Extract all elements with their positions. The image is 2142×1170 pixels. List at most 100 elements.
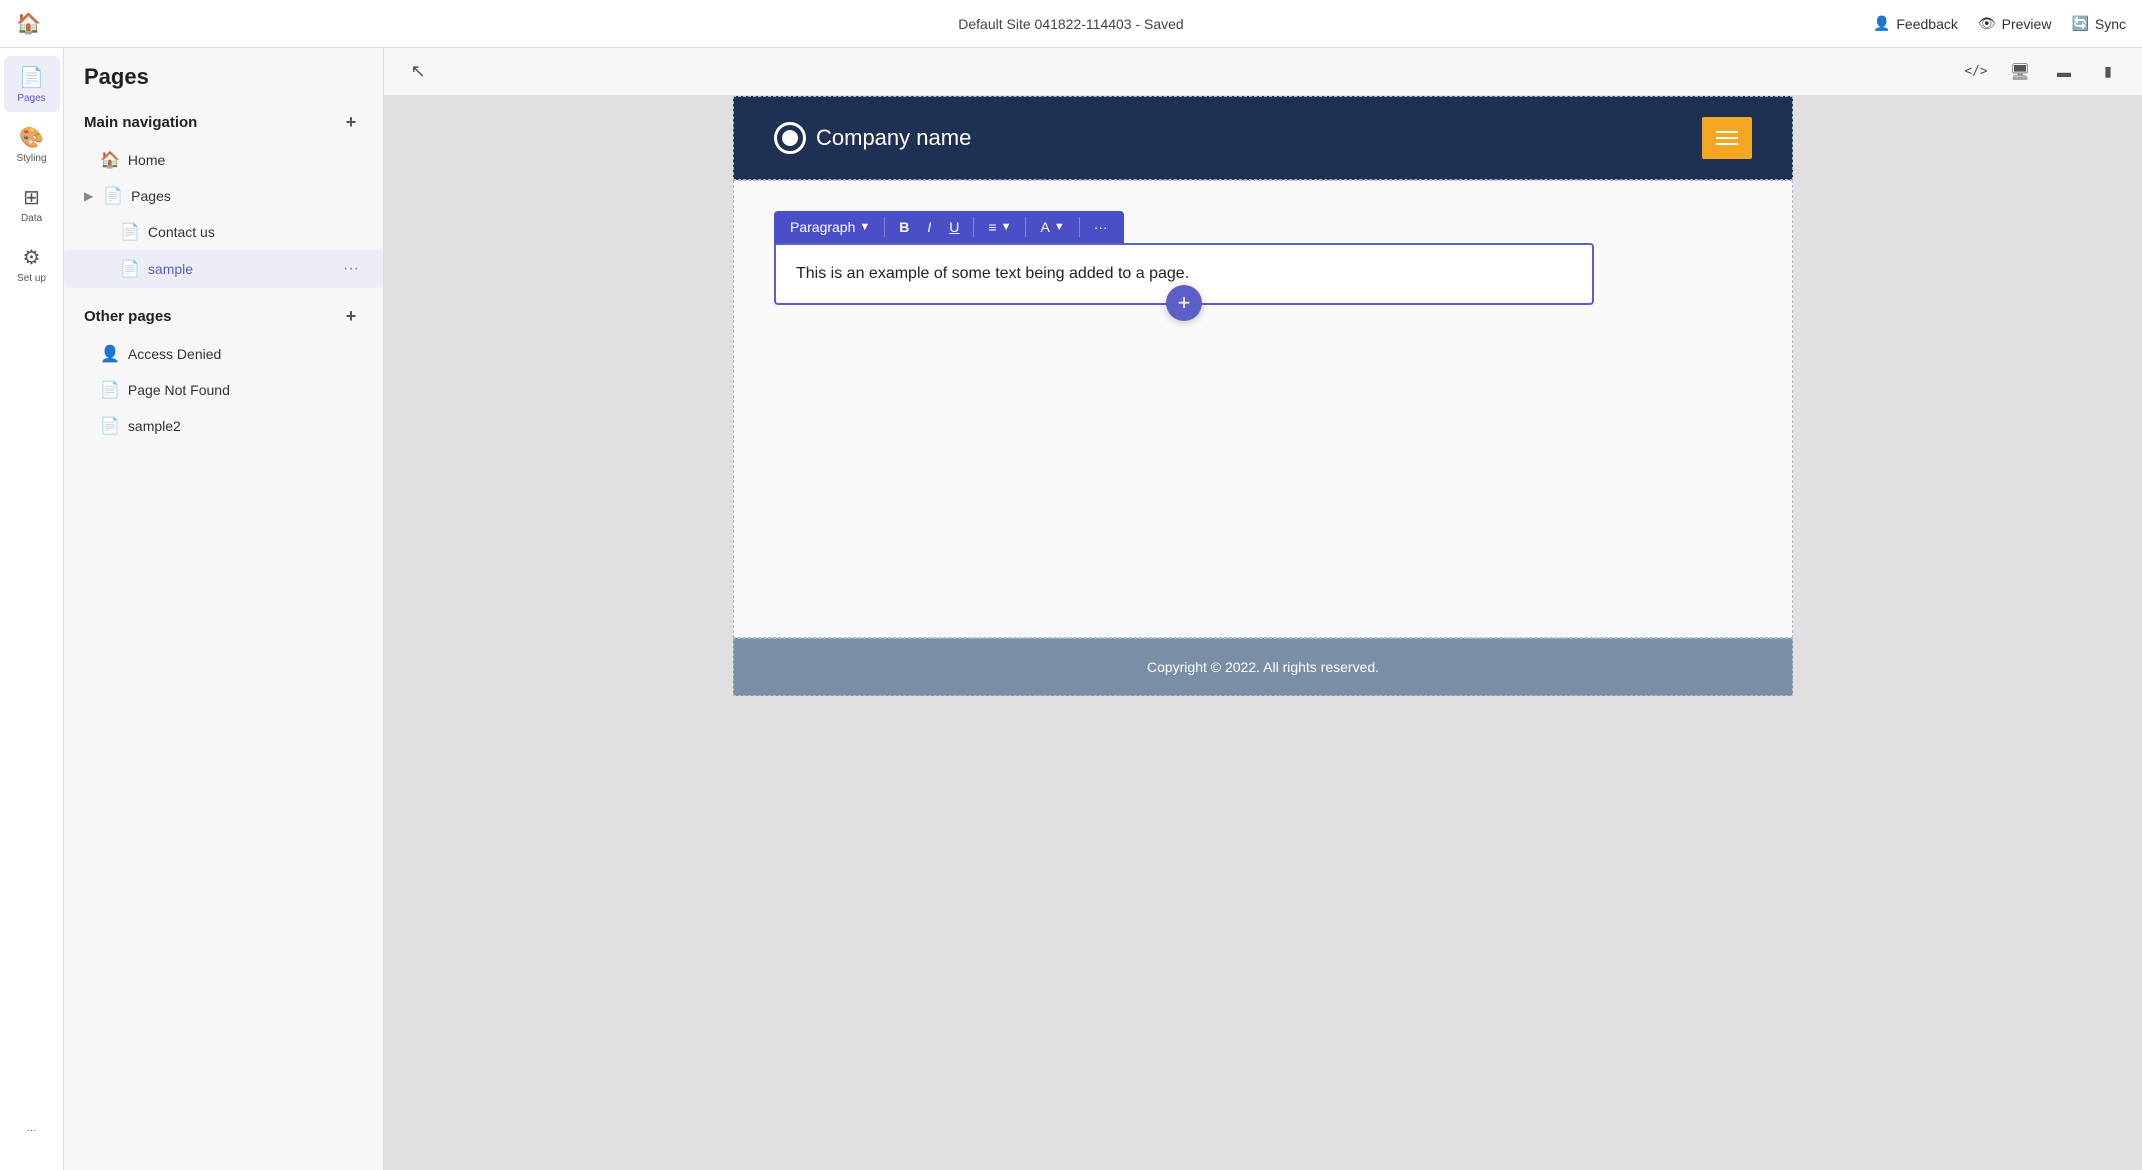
sample-nav-label: sample — [148, 261, 193, 277]
nav-item-pages[interactable]: ▶ 📄 Pages — [64, 178, 383, 214]
topbar-title: Default Site 041822-114403 - Saved — [958, 16, 1183, 32]
code-view-button[interactable]: </> — [1958, 54, 1994, 90]
sample-more-button[interactable]: ··· — [339, 258, 363, 280]
other-pages-add-button[interactable]: + — [339, 304, 363, 328]
site-logo: Company name — [774, 122, 971, 154]
mobile-view-icon: ▮ — [2104, 63, 2112, 80]
sync-icon: 🔄 — [2071, 15, 2088, 32]
sidebar-item-setup[interactable]: ⚙ Set up — [4, 236, 60, 292]
main-nav-section: Main navigation + 🏠 Home ▶ 📄 Pages 📄 Con… — [64, 102, 383, 288]
sidebar-item-pages[interactable]: 📄 Pages — [4, 56, 60, 112]
bold-icon: B — [899, 219, 909, 235]
page-not-found-icon: 📄 — [100, 380, 120, 400]
toolbar-sep-3 — [1025, 217, 1026, 237]
site-logo-text: Company name — [816, 125, 971, 151]
italic-button[interactable]: I — [919, 215, 939, 239]
paragraph-dropdown-icon: ▼ — [859, 221, 870, 233]
hamburger-button[interactable] — [1702, 117, 1752, 159]
add-block-button[interactable]: + — [1166, 285, 1202, 321]
setup-icon: ⚙ — [23, 245, 41, 270]
toolbar-sep-2 — [973, 217, 974, 237]
data-icon: ⊞ — [23, 185, 40, 210]
pages-panel-title: Pages — [64, 48, 383, 102]
footer-text: Copyright © 2022. All rights reserved. — [1147, 659, 1379, 675]
toolbar-sep-4 — [1079, 217, 1080, 237]
main-nav-label: Main navigation — [84, 114, 197, 131]
main-nav-header: Main navigation + — [64, 102, 383, 142]
other-pages-section: Other pages + 👤 Access Denied 📄 Page Not… — [64, 296, 383, 444]
feedback-label: Feedback — [1896, 16, 1957, 32]
topbar-right: 👤 Feedback 👁 Preview 🔄 Sync — [1873, 15, 2126, 32]
sync-label: Sync — [2095, 16, 2126, 32]
site-footer: Copyright © 2022. All rights reserved. — [733, 638, 1793, 696]
logo-circle-inner — [782, 130, 798, 146]
more-icon: ··· — [27, 1125, 37, 1136]
more-options-button[interactable]: ··· — [1086, 215, 1116, 239]
sidebar-item-data[interactable]: ⊞ Data — [4, 176, 60, 232]
tablet-view-button[interactable]: ▬ — [2046, 54, 2082, 90]
home-nav-label: Home — [128, 152, 165, 168]
icon-sidebar-bottom: ··· — [4, 1102, 60, 1170]
logo-circle — [774, 122, 806, 154]
access-denied-icon: 👤 — [100, 344, 120, 364]
canvas-toolbar-left: ↖ — [400, 54, 436, 90]
pages-nav-icon: 📄 — [103, 186, 123, 206]
nav-item-contact-us[interactable]: 📄 Contact us — [64, 214, 383, 250]
more-options-icon: ··· — [1094, 219, 1108, 235]
pages-panel: Pages Main navigation + 🏠 Home ▶ 📄 Pages… — [64, 48, 384, 1170]
nav-item-home[interactable]: 🏠 Home — [64, 142, 383, 178]
desktop-view-icon: 🖥 — [2010, 62, 2030, 82]
home-icon[interactable]: 🏠 — [16, 11, 41, 36]
arrow-tool-icon: ↖ — [410, 61, 425, 82]
access-denied-label: Access Denied — [128, 346, 221, 362]
align-button[interactable]: ≡ ▼ — [980, 215, 1019, 239]
sync-button[interactable]: 🔄 Sync — [2071, 15, 2126, 32]
nav-item-sample[interactable]: 📄 sample ··· — [64, 250, 383, 288]
font-button[interactable]: A ▼ — [1032, 215, 1072, 239]
sidebar-item-more[interactable]: ··· — [4, 1102, 60, 1158]
pages-label: Pages — [17, 93, 45, 104]
align-dropdown-icon: ▼ — [1001, 221, 1012, 233]
feedback-button[interactable]: 👤 Feedback — [1873, 15, 1958, 32]
paragraph-label: Paragraph — [790, 219, 855, 235]
bold-button[interactable]: B — [891, 215, 917, 239]
canvas-toolbar-right: </> 🖥 ▬ ▮ — [1958, 54, 2126, 90]
desktop-view-button[interactable]: 🖥 — [2002, 54, 2038, 90]
mobile-view-button[interactable]: ▮ — [2090, 54, 2126, 90]
sample2-label: sample2 — [128, 418, 181, 434]
pages-icon: 📄 — [19, 65, 44, 90]
font-dropdown-icon: ▼ — [1054, 221, 1065, 233]
font-icon: A — [1040, 219, 1049, 235]
preview-label: Preview — [2002, 16, 2052, 32]
align-icon: ≡ — [988, 219, 996, 235]
other-pages-label: Other pages — [84, 308, 172, 325]
underline-button[interactable]: U — [941, 215, 967, 239]
other-pages-header: Other pages + — [64, 296, 383, 336]
main-layout: 📄 Pages 🎨 Styling ⊞ Data ⚙ Set up ··· Pa… — [0, 48, 2142, 1170]
underline-icon: U — [949, 219, 959, 235]
hamburger-line-1 — [1716, 131, 1738, 133]
feedback-icon: 👤 — [1873, 15, 1890, 32]
sample2-icon: 📄 — [100, 416, 120, 436]
paragraph-selector[interactable]: Paragraph ▼ — [782, 215, 878, 239]
preview-button[interactable]: 👁 Preview — [1978, 15, 2052, 32]
text-block-content[interactable]: This is an example of some text being ad… — [796, 265, 1572, 283]
data-label: Data — [21, 213, 42, 224]
canvas-scroll: Company name Paragraph ▼ — [384, 96, 2142, 1170]
hamburger-line-2 — [1716, 137, 1738, 139]
main-nav-add-button[interactable]: + — [339, 110, 363, 134]
sample-nav-icon: 📄 — [120, 259, 140, 279]
sidebar-item-styling[interactable]: 🎨 Styling — [4, 116, 60, 172]
nav-item-sample2[interactable]: 📄 sample2 — [64, 408, 383, 444]
nav-item-page-not-found[interactable]: 📄 Page Not Found — [64, 372, 383, 408]
home-nav-icon: 🏠 — [100, 150, 120, 170]
topbar: 🏠 Default Site 041822-114403 - Saved 👤 F… — [0, 0, 2142, 48]
styling-label: Styling — [16, 153, 46, 164]
hamburger-line-3 — [1716, 143, 1738, 145]
arrow-tool-button[interactable]: ↖ — [400, 54, 436, 90]
nav-item-access-denied[interactable]: 👤 Access Denied — [64, 336, 383, 372]
italic-icon: I — [927, 219, 931, 235]
icon-sidebar: 📄 Pages 🎨 Styling ⊞ Data ⚙ Set up ··· — [0, 48, 64, 1170]
content-area: ↖ </> 🖥 ▬ ▮ — [384, 48, 2142, 1170]
pages-nav-label: Pages — [131, 188, 171, 204]
